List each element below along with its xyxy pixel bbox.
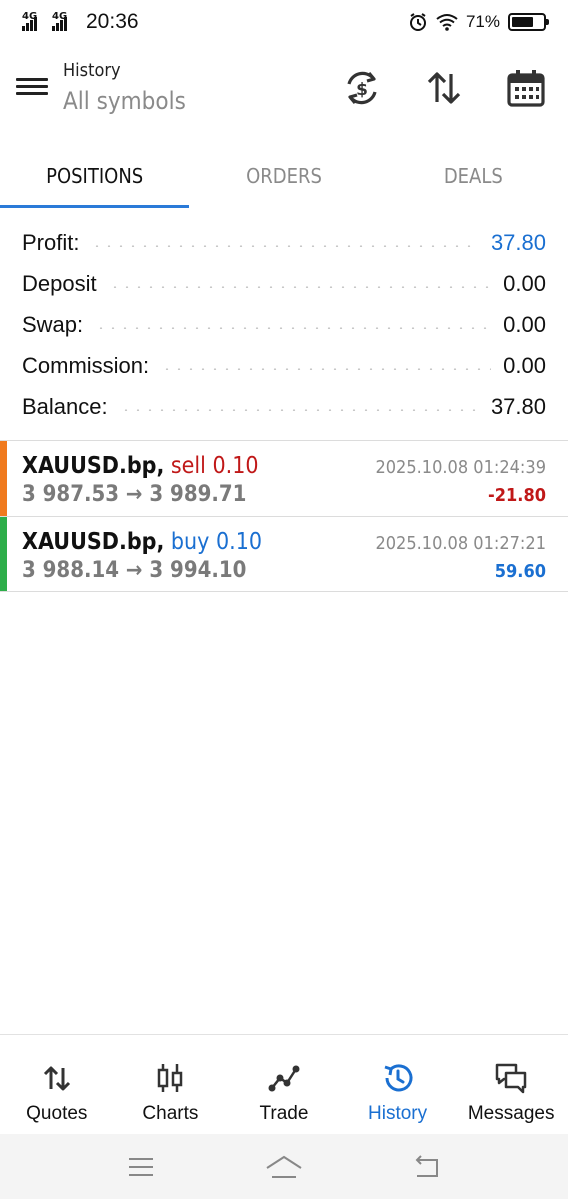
- summary-row-profit: Profit: 37.80: [22, 222, 546, 263]
- battery-percent: 71%: [465, 12, 500, 31]
- position-side: sell 0.10: [170, 453, 259, 479]
- nav-label: Quotes: [26, 1103, 88, 1124]
- summary-label: Commission:: [22, 352, 150, 378]
- nav-history[interactable]: History: [341, 1035, 455, 1134]
- dot-leader: [119, 408, 479, 411]
- tab-positions[interactable]: POSITIONS: [0, 144, 190, 208]
- summary-label: Deposit: [22, 270, 97, 296]
- dot-leader: [91, 244, 479, 247]
- nav-trade[interactable]: Trade: [227, 1035, 341, 1134]
- tab-deals[interactable]: DEALS: [379, 144, 568, 208]
- nav-quotes[interactable]: Quotes: [0, 1035, 114, 1134]
- sort-icon[interactable]: [424, 68, 464, 108]
- summary-value: 0.00: [503, 352, 546, 378]
- dot-leader: [108, 285, 492, 288]
- page-title: History: [63, 60, 121, 81]
- quotes-icon: [43, 1066, 70, 1091]
- clock: 20:36: [86, 10, 139, 33]
- currency-exchange-icon[interactable]: $: [342, 68, 382, 108]
- nav-label: History: [368, 1103, 428, 1124]
- summary-panel: Profit: 37.80 Deposit 0.00 Swap: 0.00 Co…: [22, 222, 546, 427]
- position-type-stripe: [0, 517, 7, 591]
- nav-charts[interactable]: Charts: [114, 1035, 228, 1134]
- position-header: XAUUSD.bp, buy 0.10: [22, 529, 262, 555]
- summary-value: 37.80: [490, 229, 546, 255]
- nav-label: Charts: [142, 1103, 199, 1124]
- svg-text:$: $: [356, 80, 368, 100]
- position-symbol: XAUUSD.bp,: [22, 529, 165, 555]
- battery-icon: [508, 13, 549, 31]
- dot-leader: [95, 326, 492, 329]
- summary-row-balance: Balance: 37.80: [22, 386, 546, 427]
- summary-value: 37.80: [490, 393, 546, 419]
- summary-label: Balance:: [22, 393, 108, 419]
- menu-button[interactable]: [16, 74, 48, 102]
- position-row[interactable]: XAUUSD.bp, sell 0.10 3 987.53 → 3 989.71…: [0, 440, 568, 516]
- app-bar: History All symbols $: [0, 44, 568, 144]
- calendar-icon[interactable]: [506, 68, 546, 108]
- messages-icon: [495, 1063, 527, 1094]
- summary-value: 0.00: [503, 270, 546, 296]
- position-header: XAUUSD.bp, sell 0.10: [22, 453, 259, 479]
- nav-label: Trade: [259, 1103, 309, 1124]
- summary-row-swap: Swap: 0.00: [22, 304, 546, 345]
- position-prices: 3 987.53 → 3 989.71: [22, 482, 247, 507]
- position-row[interactable]: XAUUSD.bp, buy 0.10 3 988.14 → 3 994.10 …: [0, 516, 568, 592]
- wifi-icon: [436, 14, 458, 31]
- tab-orders[interactable]: ORDERS: [189, 144, 378, 208]
- tab-bar: POSITIONS ORDERS DEALS: [0, 144, 568, 208]
- summary-label: Swap:: [22, 311, 84, 337]
- signal-strength-icon: 4G: [22, 11, 46, 31]
- menu-icon-line: [16, 85, 48, 88]
- position-symbol: XAUUSD.bp,: [22, 453, 165, 479]
- history-icon: [384, 1064, 413, 1092]
- summary-value: 0.00: [503, 311, 546, 337]
- position-prices: 3 988.14 → 3 994.10: [22, 558, 247, 583]
- recent-apps-icon[interactable]: [121, 1152, 161, 1182]
- summary-row-commission: Commission: 0.00: [22, 345, 546, 386]
- nav-label: Messages: [467, 1103, 555, 1124]
- position-type-stripe: [0, 441, 7, 516]
- position-time: 2025.10.08 01:27:21: [375, 533, 546, 554]
- system-navigation-bar: [0, 1134, 568, 1199]
- signal-strength-icon: 4G: [52, 11, 76, 31]
- positions-list: XAUUSD.bp, sell 0.10 3 987.53 → 3 989.71…: [0, 440, 568, 592]
- summary-row-deposit: Deposit 0.00: [22, 263, 546, 304]
- alarm-icon: [409, 13, 426, 31]
- position-side: buy 0.10: [170, 529, 263, 555]
- position-profit: -21.80: [488, 485, 546, 506]
- trade-icon: [268, 1065, 300, 1092]
- dot-leader: [161, 367, 492, 370]
- summary-label: Profit:: [22, 229, 80, 255]
- status-bar: 4G 4G 20:36 71%: [0, 0, 568, 44]
- back-icon[interactable]: [407, 1152, 447, 1182]
- charts-icon: [158, 1064, 183, 1092]
- nav-messages[interactable]: Messages: [454, 1035, 568, 1134]
- title-block[interactable]: History All symbols: [63, 60, 186, 115]
- bottom-navigation: Quotes Charts Trade History Messages: [0, 1034, 568, 1134]
- position-time: 2025.10.08 01:24:39: [375, 457, 546, 478]
- menu-icon-line: [16, 92, 48, 95]
- position-profit: 59.60: [494, 561, 546, 582]
- home-icon[interactable]: [264, 1152, 304, 1182]
- menu-icon-line: [16, 78, 48, 81]
- symbol-filter[interactable]: All symbols: [63, 87, 186, 115]
